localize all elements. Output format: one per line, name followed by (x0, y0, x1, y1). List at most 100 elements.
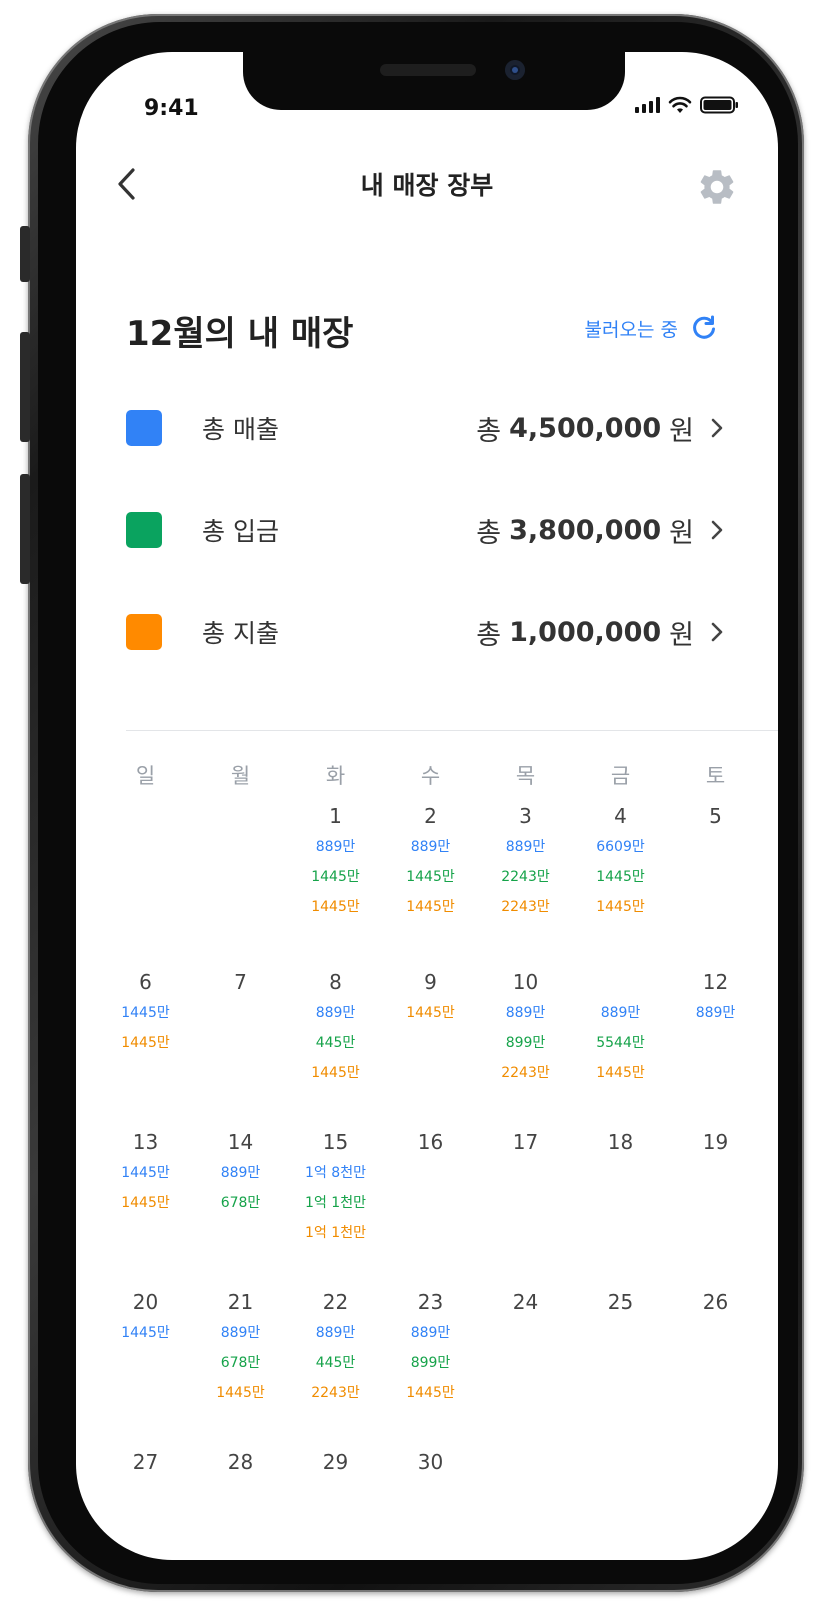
calendar-day[interactable]: 19 (668, 1126, 763, 1286)
day-amount: 889만 (315, 1005, 356, 1021)
day-number: 29 (322, 1450, 349, 1474)
calendar-day[interactable]: 16 (383, 1126, 478, 1286)
calendar-day (193, 800, 288, 966)
calendar-day[interactable]: 14 889만 678만 (193, 1126, 288, 1286)
refresh-button[interactable]: 불러오는 중 (585, 314, 718, 342)
silent-switch (20, 226, 30, 282)
calendar-day[interactable]: 22 889만 445만 2243만 (288, 1286, 383, 1446)
calendar-day[interactable]: 30 (383, 1446, 478, 1506)
amount-number: 4,500,000 (509, 412, 662, 444)
gear-icon[interactable] (696, 166, 738, 208)
chevron-right-icon (711, 418, 723, 438)
day-number (573, 966, 668, 998)
day-number: 18 (607, 1130, 634, 1154)
calendar-day[interactable]: 9 1445만 (383, 966, 478, 1126)
calendar-day[interactable]: 20 1445만 (98, 1286, 193, 1446)
calendar-day[interactable]: 26 (668, 1286, 763, 1446)
calendar-day[interactable]: 28 (193, 1446, 288, 1506)
battery-icon (700, 96, 738, 114)
day-amount: 1445만 (406, 899, 455, 915)
day-number: 14 (227, 1130, 254, 1154)
calendar-day[interactable]: 1 889만 1445만 1445만 (288, 800, 383, 966)
calendar-week: 6 1445만 1445만 7 8 889만 445만 1445만 9 1445만 10 889만 89… (98, 966, 768, 1126)
day-amount: 889만 (695, 1005, 736, 1021)
wifi-icon (668, 96, 692, 113)
calendar-day[interactable]: 10 889만 899만 2243만 (478, 966, 573, 1126)
day-number: 20 (132, 1290, 159, 1314)
loading-text: 불러오는 중 (584, 318, 678, 341)
day-amount: 1445만 (406, 1005, 455, 1021)
calendar-day[interactable]: 24 (478, 1286, 573, 1446)
calendar-day[interactable]: 23 889만 899만 1445만 (383, 1286, 478, 1446)
day-number: 21 (227, 1290, 254, 1314)
day-amount: 2243만 (311, 1385, 360, 1401)
summary-label: 총 입금 (202, 517, 279, 546)
front-camera (505, 60, 525, 80)
calendar-week: 27 28 29 30 (98, 1446, 768, 1506)
status-icons (635, 96, 740, 114)
calendar-day[interactable]: 889만 5544만 1445만 (573, 966, 668, 1126)
day-amount: 899만 (505, 1035, 546, 1051)
amount-prefix: 총 (476, 415, 502, 447)
day-amount: 889만 (505, 839, 546, 855)
summary-value: 총 4,500,000 원 (476, 409, 724, 448)
cellular-signal-icon (635, 97, 660, 113)
screen: 9:41 내 매장 장부 12월의 내 매장 불러오는 중 총 매출 총 4,500… (76, 52, 778, 1560)
notch (243, 52, 625, 110)
day-amount: 889만 (220, 1325, 261, 1341)
calendar-day[interactable]: 7 (193, 966, 288, 1126)
summary-row[interactable]: 총 지출 총 1,000,000 원 (126, 610, 724, 654)
summary-row[interactable]: 총 매출 총 4,500,000 원 (126, 406, 724, 450)
day-amount: 1억 1천만 (305, 1225, 366, 1241)
summary-row[interactable]: 총 입금 총 3,800,000 원 (126, 508, 724, 552)
calendar-day (478, 1446, 573, 1506)
day-number: 26 (702, 1290, 729, 1314)
calendar-day (573, 1446, 668, 1506)
speaker-grille (380, 64, 476, 76)
day-number (193, 800, 288, 832)
calendar-week: 13 1445만 1445만 14 889만 678만 15 1억 8천만 1억 1천만 1억 1… (98, 1126, 768, 1286)
day-amount: 899만 (410, 1355, 451, 1371)
calendar-day[interactable]: 5 (668, 800, 763, 966)
calendar-day[interactable]: 4 6609만 1445만 1445만 (573, 800, 668, 966)
day-amount: 1445만 (311, 1065, 360, 1081)
calendar: 일 월 화 수 목 금 토 1 889만 1445만 1445만 2 889만 1445만 1445만 3 8… (98, 760, 768, 1506)
calendar-day[interactable]: 25 (573, 1286, 668, 1446)
chevron-right-icon (711, 622, 723, 642)
day-number: 22 (322, 1290, 349, 1314)
calendar-day[interactable]: 13 1445만 1445만 (98, 1126, 193, 1286)
calendar-day[interactable]: 27 (98, 1446, 193, 1506)
day-amount: 1445만 (311, 899, 360, 915)
calendar-day[interactable]: 15 1억 8천만 1억 1천만 1억 1천만 (288, 1126, 383, 1286)
calendar-day[interactable]: 3 889만 2243만 2243만 (478, 800, 573, 966)
volume-up-button (20, 332, 30, 442)
calendar-week: 1 889만 1445만 1445만 2 889만 1445만 1445만 3 889만 2243만… (98, 800, 768, 966)
day-number: 3 (519, 804, 532, 828)
calendar-day[interactable]: 29 (288, 1446, 383, 1506)
calendar-day[interactable]: 12 889만 (668, 966, 763, 1126)
day-number: 7 (234, 970, 247, 994)
calendar-day[interactable]: 17 (478, 1126, 573, 1286)
day-number (478, 1446, 573, 1478)
weekday-label: 일 (135, 764, 156, 788)
day-amount: 1억 1천만 (305, 1195, 366, 1211)
day-amount: 1445만 (121, 1195, 170, 1211)
calendar-day[interactable]: 6 1445만 1445만 (98, 966, 193, 1126)
calendar-day[interactable]: 21 889만 678만 1445만 (193, 1286, 288, 1446)
weekday-header: 일월화수목금토 (98, 760, 768, 800)
calendar-day[interactable]: 8 889만 445만 1445만 (288, 966, 383, 1126)
day-amount: 6609만 (596, 839, 645, 855)
day-number: 2 (424, 804, 437, 828)
day-number: 15 (322, 1130, 349, 1154)
day-number: 1 (329, 804, 342, 828)
status-time: 9:41 (144, 96, 199, 121)
day-number: 30 (417, 1450, 444, 1474)
day-amount: 889만 (315, 1325, 356, 1341)
amount-unit: 원 (669, 517, 694, 549)
calendar-day[interactable]: 18 (573, 1126, 668, 1286)
day-number: 4 (614, 804, 627, 828)
calendar-day[interactable]: 2 889만 1445만 1445만 (383, 800, 478, 966)
divider (126, 730, 778, 731)
day-amount: 889만 (410, 1325, 451, 1341)
volume-down-button (20, 474, 30, 584)
